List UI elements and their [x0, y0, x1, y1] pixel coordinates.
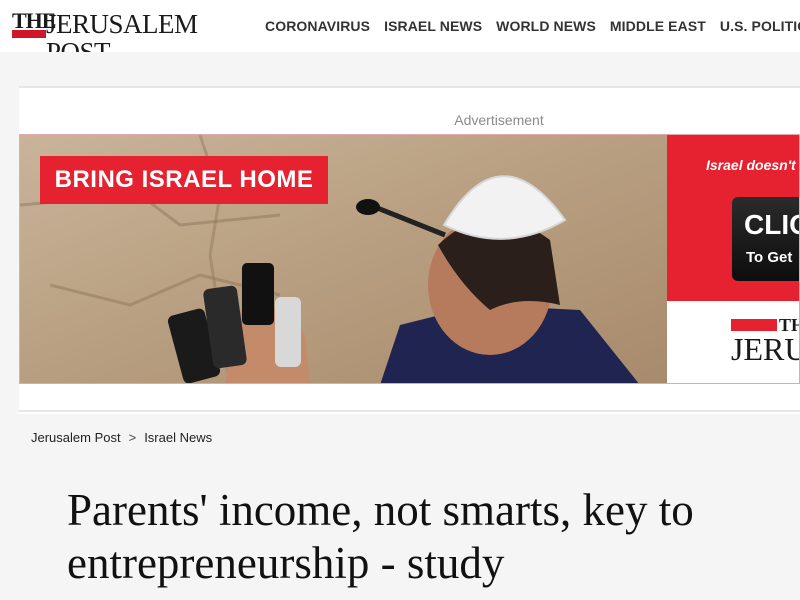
nav-world-news[interactable]: WORLD NEWS: [496, 18, 596, 34]
nav-coronavirus[interactable]: CORONAVIRUS: [265, 18, 370, 34]
ad-cta-sublabel: To Get: [746, 249, 793, 266]
ad-tagline: Israel doesn't f: [706, 157, 800, 173]
logo-name: JERUSALEM POST: [46, 9, 198, 53]
header-spacer: [0, 52, 800, 70]
breadcrumb-separator: >: [128, 430, 137, 445]
section-divider: [19, 410, 800, 412]
ad-label: Advertisement: [454, 112, 544, 128]
ad-logo: THE JERUSALE: [667, 301, 800, 383]
breadcrumb-section[interactable]: Israel News: [144, 430, 212, 445]
ad-cta-button[interactable]: CLIC To Get: [732, 197, 799, 281]
nav-middle-east[interactable]: MIDDLE EAST: [610, 18, 706, 34]
breadcrumb: Jerusalem Post > Israel News: [31, 430, 212, 445]
ad-container: Advertisement BRING ISRAEL HOME Israel d…: [19, 86, 800, 414]
article-title: Parents' income, not smarts, key to entr…: [67, 485, 694, 588]
ad-headline[interactable]: BRING ISRAEL HOME: [40, 156, 328, 204]
breadcrumb-home[interactable]: Jerusalem Post: [31, 430, 121, 445]
site-header: THE JERUSALEM POST CORONAVIRUS ISRAEL NE…: [0, 0, 800, 53]
ad-logo-bar: [731, 319, 777, 331]
ad-logo-name: JERUSALE: [731, 331, 800, 367]
ad-banner[interactable]: BRING ISRAEL HOME Israel doesn't f CLIC …: [19, 134, 800, 384]
main-nav: CORONAVIRUS ISRAEL NEWS WORLD NEWS MIDDL…: [265, 0, 800, 52]
ad-cta-label: CLIC: [744, 209, 799, 240]
nav-israel-news[interactable]: ISRAEL NEWS: [384, 18, 482, 34]
site-logo[interactable]: THE JERUSALEM POST: [10, 8, 250, 52]
logo-red-bar: [12, 30, 46, 38]
nav-us-politics[interactable]: U.S. POLITICS: [720, 18, 800, 34]
